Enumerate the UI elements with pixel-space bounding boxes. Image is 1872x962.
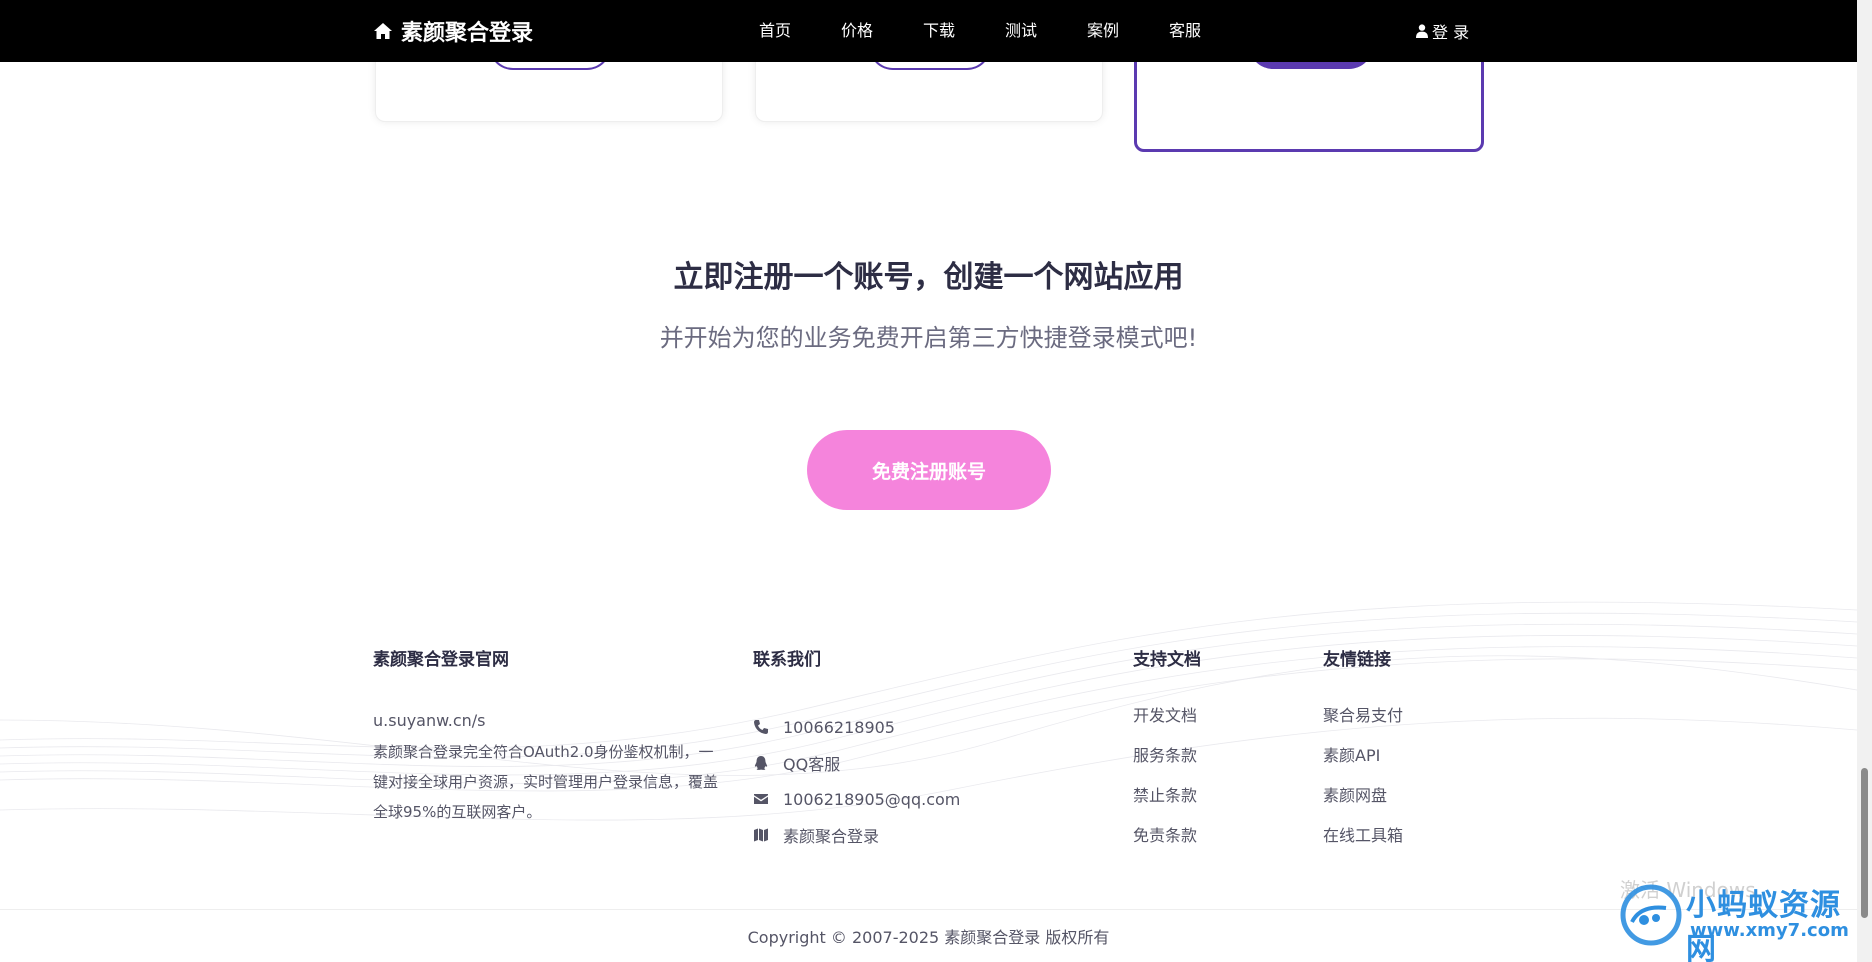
- top-navbar: 素颜聚合登录 首页 价格 下载 测试 案例 客服 登 录: [0, 0, 1857, 62]
- footer-docs: 支持文档 开发文档 服务条款 禁止条款 免责条款: [1133, 645, 1293, 865]
- cta-subtitle: 并开始为您的业务免费开启第三方快捷登录模式吧!: [659, 324, 1198, 352]
- footer-divider: [0, 909, 1857, 910]
- friend-link-pay[interactable]: 聚合易支付: [1323, 705, 1483, 745]
- footer-site-url: u.suyanw.cn/s: [373, 711, 486, 730]
- docs-link-list: 开发文档 服务条款 禁止条款 免责条款: [1133, 705, 1293, 865]
- watermark-url: www.xmy7.com: [1690, 920, 1849, 941]
- contact-address-text: 素颜聚合登录: [783, 827, 880, 846]
- copyright-text: Copyright © 2007-2025 素颜聚合登录 版权所有: [747, 928, 1110, 947]
- user-icon: [1416, 24, 1428, 38]
- nav-pricing[interactable]: 价格: [816, 18, 898, 44]
- contact-phone-text: 10066218905: [783, 717, 895, 737]
- envelope-icon: [754, 794, 768, 804]
- login-label: 登 录: [1432, 23, 1470, 42]
- contact-email[interactable]: 1006218905@qq.com: [753, 781, 1053, 817]
- brand-link[interactable]: 素颜聚合登录: [373, 16, 533, 46]
- nav-support[interactable]: 客服: [1144, 18, 1226, 44]
- map-icon: [754, 828, 768, 842]
- docs-link-terms[interactable]: 服务条款: [1133, 745, 1293, 785]
- contact-address: 素颜聚合登录: [753, 817, 1053, 853]
- qq-icon: [754, 756, 768, 770]
- docs-link-disclaimer[interactable]: 免责条款: [1133, 825, 1293, 865]
- footer-friend-links: 友情链接 聚合易支付 素颜API 素颜网盘 在线工具箱: [1323, 645, 1483, 865]
- login-link[interactable]: 登 录: [1416, 18, 1469, 44]
- brand-name: 素颜聚合登录: [401, 21, 534, 46]
- ant-logo-icon: [1620, 884, 1682, 946]
- phone-icon: [754, 720, 768, 734]
- footer-about: 素颜聚合登录官网 u.suyanw.cn/s 素颜聚合登录完全符合OAuth2.…: [373, 645, 723, 827]
- nav-cases[interactable]: 案例: [1062, 18, 1144, 44]
- footer-docs-heading: 支持文档: [1133, 650, 1201, 670]
- contact-list: 10066218905 QQ客服 1006218905@qq.com 素颜聚合登…: [753, 709, 1053, 853]
- page-scrollbar[interactable]: [1857, 0, 1872, 962]
- register-button[interactable]: 免费注册账号: [807, 430, 1051, 510]
- docs-link-dev[interactable]: 开发文档: [1133, 705, 1293, 745]
- cta-title: 立即注册一个账号，创建一个网站应用: [673, 260, 1184, 295]
- contact-email-text: 1006218905@qq.com: [783, 789, 961, 809]
- docs-link-prohibited[interactable]: 禁止条款: [1133, 785, 1293, 825]
- friend-link-disk[interactable]: 素颜网盘: [1323, 785, 1483, 825]
- contact-phone: 10066218905: [753, 709, 1053, 745]
- footer-about-description: 素颜聚合登录完全符合OAuth2.0身份鉴权机制，一键对接全球用户资源，实时管理…: [373, 743, 719, 821]
- friend-link-tools[interactable]: 在线工具箱: [1323, 825, 1483, 865]
- contact-qq-text: QQ客服: [783, 755, 841, 774]
- footer-contact-heading: 联系我们: [753, 650, 821, 670]
- footer-links-heading: 友情链接: [1323, 650, 1391, 670]
- site-watermark: 激活 Windows 小蚂蚁资源网 www.xmy7.com: [1620, 874, 1860, 962]
- footer-contact: 联系我们 10066218905 QQ客服 1006218905@qq.com: [753, 645, 1053, 853]
- friend-link-api[interactable]: 素颜API: [1323, 745, 1483, 785]
- scrollbar-thumb[interactable]: [1861, 768, 1868, 918]
- footer-about-heading: 素颜聚合登录官网: [373, 650, 509, 670]
- nav-download[interactable]: 下载: [898, 18, 980, 44]
- contact-qq[interactable]: QQ客服: [753, 745, 1053, 781]
- home-icon: [374, 23, 392, 39]
- friend-link-list: 聚合易支付 素颜API 素颜网盘 在线工具箱: [1323, 705, 1483, 865]
- nav-links: 首页 价格 下载 测试 案例 客服: [734, 18, 1226, 44]
- nav-test[interactable]: 测试: [980, 18, 1062, 44]
- nav-home[interactable]: 首页: [734, 18, 816, 44]
